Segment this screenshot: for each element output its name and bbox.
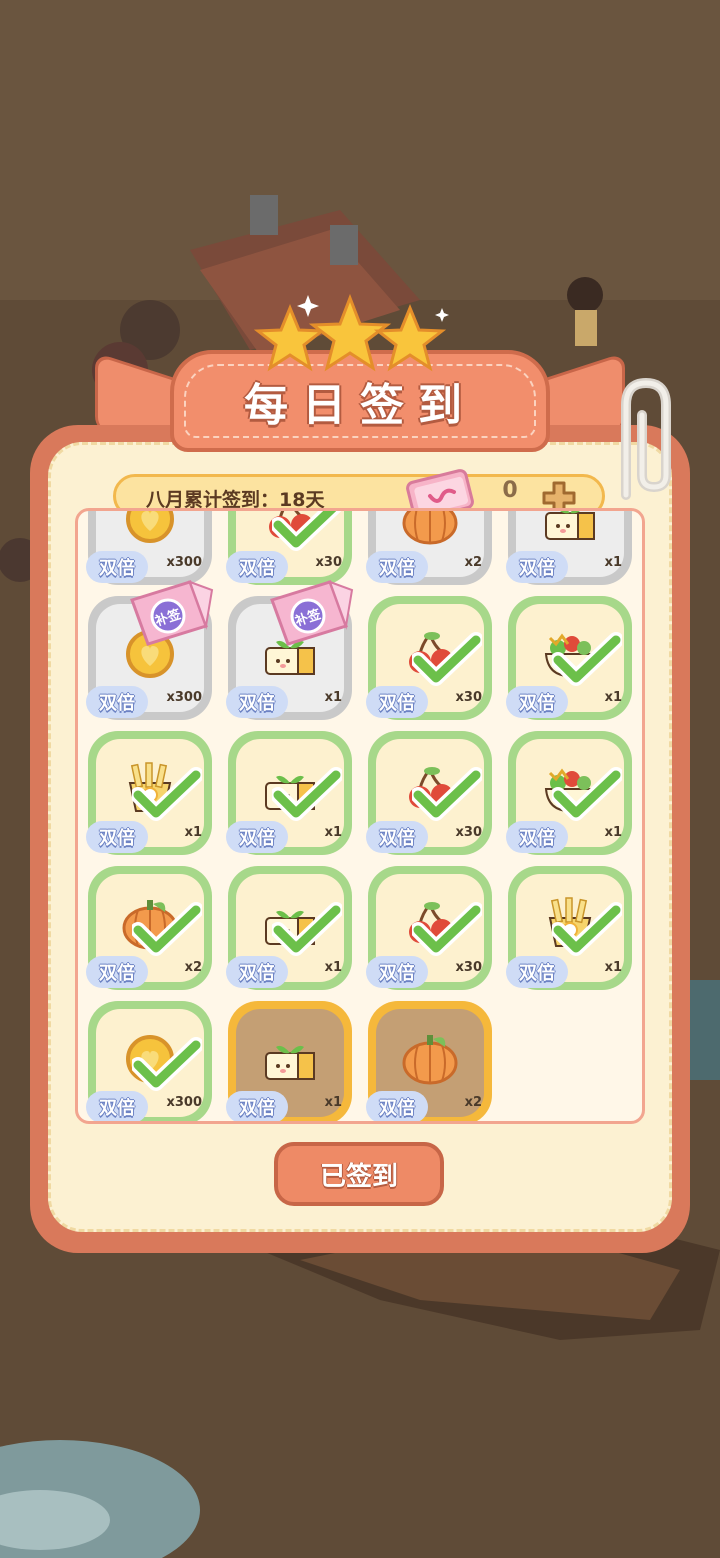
double-badge: 双倍 [366, 686, 428, 718]
reward-quantity: x2 [464, 555, 482, 570]
double-badge: 双倍 [226, 1091, 288, 1121]
reward-quantity: x1 [324, 825, 342, 840]
ticket-count: 0 [502, 478, 518, 503]
panel-title: 每日签到 [244, 380, 476, 431]
reward-quantity: x30 [455, 825, 482, 840]
checkmark-icon [132, 1037, 202, 1091]
checkmark-icon [412, 902, 482, 956]
reward-quantity: x2 [184, 960, 202, 975]
reward-cell[interactable]: 双倍 x2 [366, 511, 492, 585]
double-badge: 双倍 [506, 956, 568, 988]
reward-cell[interactable]: 双倍 x1 [226, 866, 352, 990]
reward-cell[interactable]: 双倍 x1 [506, 731, 632, 855]
double-badge: 双倍 [366, 1091, 428, 1121]
reward-cell[interactable]: 双倍 x30 [366, 866, 492, 990]
checkmark-icon [272, 511, 342, 551]
reward-quantity: x300 [166, 690, 202, 705]
sprout-icon [265, 1045, 315, 1080]
checkmark-icon [412, 632, 482, 686]
checkmark-icon [272, 902, 342, 956]
double-badge: 双倍 [506, 686, 568, 718]
reward-quantity: x300 [166, 1095, 202, 1110]
reward-quantity: x1 [324, 960, 342, 975]
reward-quantity: x1 [604, 825, 622, 840]
double-badge: 双倍 [506, 821, 568, 853]
double-badge: 双倍 [366, 956, 428, 988]
pumpkin-icon [402, 511, 458, 545]
double-badge: 双倍 [86, 686, 148, 718]
double-badge: 双倍 [226, 821, 288, 853]
coin-icon [126, 511, 174, 543]
paperclip-icon [621, 377, 671, 500]
reward-cell[interactable]: 双倍 x300 [86, 511, 212, 585]
reward-cell[interactable]: 双倍 x1 [226, 1001, 352, 1121]
reward-cell[interactable]: 双倍 x1 [86, 731, 212, 855]
reward-quantity: x1 [604, 960, 622, 975]
double-badge: 双倍 [226, 686, 288, 718]
reward-quantity: x1 [324, 690, 342, 705]
checkmark-icon [412, 767, 482, 821]
three-stars-icon [253, 293, 449, 372]
double-badge: 双倍 [506, 551, 568, 583]
reward-quantity: x30 [455, 690, 482, 705]
checkmark-icon [552, 632, 622, 686]
reward-quantity: x30 [315, 555, 342, 570]
reward-quantity: x300 [166, 555, 202, 570]
reward-cell[interactable]: 双倍 x1 [506, 596, 632, 720]
signed-in-button[interactable]: 已签到 [274, 1142, 444, 1206]
makeup-ribbon-icon: 补签 [270, 580, 354, 646]
reward-quantity: x2 [464, 1095, 482, 1110]
makeup-ribbon-icon: 补签 [130, 580, 214, 646]
reward-quantity: x1 [604, 555, 622, 570]
double-badge: 双倍 [86, 821, 148, 853]
checkmark-icon [132, 767, 202, 821]
reward-cell[interactable]: 双倍 x1 [226, 731, 352, 855]
signed-in-button-label: 已签到 [319, 1161, 398, 1192]
reward-quantity: x30 [455, 960, 482, 975]
reward-quantity: x1 [184, 825, 202, 840]
reward-quantity: x1 [324, 1095, 342, 1110]
reward-cell[interactable]: 双倍 x2 [366, 1001, 492, 1121]
reward-cell[interactable]: 补签双倍 x300 [86, 580, 214, 720]
reward-cell[interactable]: 双倍 x30 [366, 731, 492, 855]
double-badge: 双倍 [86, 1091, 148, 1121]
double-badge: 双倍 [366, 551, 428, 583]
double-badge: 双倍 [86, 956, 148, 988]
sprout-icon [545, 511, 595, 540]
reward-cell[interactable]: 双倍 x30 [366, 596, 492, 720]
reward-cell[interactable]: 双倍 x30 [226, 511, 352, 585]
reward-quantity: x1 [604, 690, 622, 705]
reward-grid-container: 双倍 x300 双倍 x30 双倍 x2 双倍 x1 补签 双倍 x300 补签 双倍 x1 双倍 x30 双倍… [75, 508, 645, 1124]
double-badge: 双倍 [226, 956, 288, 988]
pumpkin-icon [402, 1035, 458, 1085]
reward-cell[interactable]: 补签双倍 x1 [226, 580, 354, 720]
reward-cell[interactable]: 双倍 x1 [506, 511, 632, 585]
checkmark-icon [272, 767, 342, 821]
double-badge: 双倍 [366, 821, 428, 853]
checkmark-icon [552, 902, 622, 956]
reward-cell[interactable]: 双倍 x300 [86, 1001, 212, 1121]
checkmark-icon [552, 767, 622, 821]
reward-cell[interactable]: 双倍 x2 [86, 866, 212, 990]
checkmark-icon [132, 902, 202, 956]
reward-cell[interactable]: 双倍 x1 [506, 866, 632, 990]
